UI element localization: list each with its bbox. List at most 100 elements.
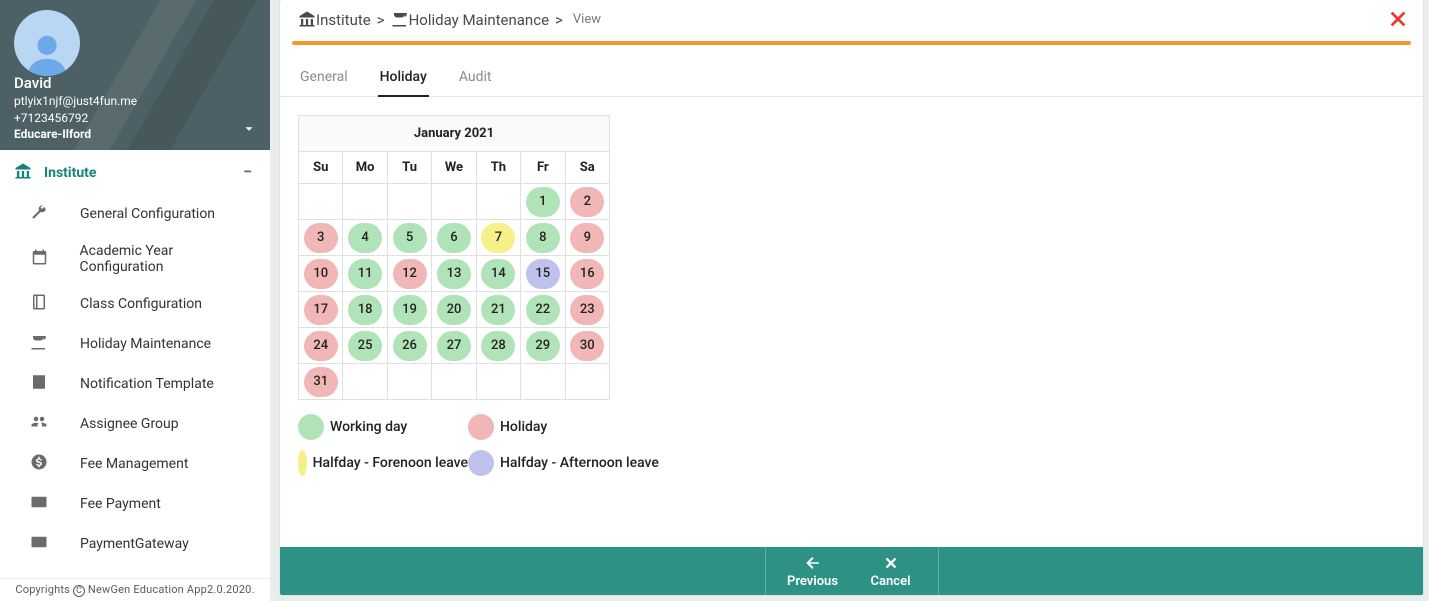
day-5[interactable]: 5 [393, 223, 427, 253]
day-10[interactable]: 10 [304, 259, 338, 289]
sidebar-item-class-configuration[interactable]: Class Configuration [0, 284, 270, 324]
sidebar: David ptlyix1njf@just4fun.me +7123456792… [0, 0, 270, 601]
calendar-cell[interactable]: 13 [432, 256, 476, 292]
calendar-cell[interactable]: 19 [387, 292, 431, 328]
previous-button[interactable]: Previous [778, 547, 848, 595]
sidebar-item-assignee-group[interactable]: Assignee Group [0, 404, 270, 444]
tab-holiday[interactable]: Holiday [378, 61, 429, 97]
sidebar-item-paymentgateway[interactable]: PaymentGateway [0, 524, 270, 564]
calendar-cell[interactable]: 22 [521, 292, 565, 328]
calendar-cell[interactable]: 8 [521, 220, 565, 256]
sidebar-item-holiday-maintenance[interactable]: Holiday Maintenance [0, 324, 270, 364]
sidebar-item-instant-notification[interactable]: Instant Notification [0, 564, 270, 574]
sidebar-item-label: Assignee Group [80, 416, 179, 432]
calendar-cell[interactable]: 18 [343, 292, 387, 328]
sidebar-item-fee-management[interactable]: Fee Management [0, 444, 270, 484]
day-7[interactable]: 7 [481, 223, 515, 253]
day-21[interactable]: 21 [481, 295, 515, 325]
day-26[interactable]: 26 [393, 331, 427, 361]
calendar-cell[interactable]: 9 [565, 220, 609, 256]
calendar-cell[interactable]: 29 [521, 328, 565, 364]
breadcrumb-institute[interactable]: Institute [316, 11, 371, 29]
sidebar-item-academic-year-configuration[interactable]: Academic Year Configuration [0, 234, 270, 284]
calendar-cell [343, 364, 387, 400]
footer-group: Previous Cancel [765, 547, 939, 595]
day-12[interactable]: 12 [393, 259, 427, 289]
day-27[interactable]: 27 [437, 331, 471, 361]
calendar-cell[interactable]: 14 [476, 256, 520, 292]
day-30[interactable]: 30 [570, 331, 604, 361]
sidebar-item-fee-payment[interactable]: Fee Payment [0, 484, 270, 524]
legend-dot-working [298, 414, 324, 440]
day-8[interactable]: 8 [526, 223, 560, 253]
calendar-cell[interactable]: 26 [387, 328, 431, 364]
calendar-cell[interactable]: 16 [565, 256, 609, 292]
day-28[interactable]: 28 [481, 331, 515, 361]
day-3[interactable]: 3 [304, 223, 338, 253]
close-button[interactable] [1387, 8, 1409, 34]
institute-icon [298, 10, 316, 29]
day-1[interactable]: 1 [526, 187, 560, 217]
calendar-cell[interactable]: 3 [299, 220, 343, 256]
calendar-cell[interactable]: 31 [299, 364, 343, 400]
calendar-cell[interactable]: 5 [387, 220, 431, 256]
day-22[interactable]: 22 [526, 295, 560, 325]
day-24[interactable]: 24 [304, 331, 338, 361]
calendar-cell[interactable]: 20 [432, 292, 476, 328]
day-16[interactable]: 16 [570, 259, 604, 289]
collapse-icon[interactable]: − [243, 164, 252, 180]
day-4[interactable]: 4 [348, 223, 382, 253]
cup-icon [391, 10, 409, 29]
day-11[interactable]: 11 [348, 259, 382, 289]
copyright: Copyrights C NewGen Education App2.0.202… [0, 578, 270, 601]
day-23[interactable]: 23 [570, 295, 604, 325]
calendar-cell[interactable]: 15 [521, 256, 565, 292]
calendar-cell[interactable]: 6 [432, 220, 476, 256]
tab-audit[interactable]: Audit [457, 61, 494, 96]
tab-general[interactable]: General [298, 61, 350, 96]
chevron-down-icon[interactable] [242, 121, 256, 140]
calendar-cell[interactable]: 1 [521, 184, 565, 220]
day-15[interactable]: 15 [526, 259, 560, 289]
note-icon [30, 373, 50, 395]
dow-Mo: Mo [343, 152, 387, 184]
calendar-cell[interactable]: 30 [565, 328, 609, 364]
day-2[interactable]: 2 [570, 187, 604, 217]
day-14[interactable]: 14 [481, 259, 515, 289]
calendar-cell[interactable]: 12 [387, 256, 431, 292]
calendar-cell[interactable]: 27 [432, 328, 476, 364]
calendar-cell[interactable]: 4 [343, 220, 387, 256]
cancel-button[interactable]: Cancel [856, 547, 926, 595]
sidebar-item-general-configuration[interactable]: General Configuration [0, 194, 270, 234]
day-25[interactable]: 25 [348, 331, 382, 361]
day-13[interactable]: 13 [437, 259, 471, 289]
calendar-cell[interactable]: 25 [343, 328, 387, 364]
day-19[interactable]: 19 [393, 295, 427, 325]
user-avatar[interactable] [14, 10, 80, 76]
sidebar-item-notification-template[interactable]: Notification Template [0, 364, 270, 404]
calendar-cell[interactable]: 24 [299, 328, 343, 364]
calendar-cell[interactable]: 11 [343, 256, 387, 292]
people-icon [30, 413, 50, 435]
calendar-cell[interactable]: 7 [476, 220, 520, 256]
day-31[interactable]: 31 [304, 367, 338, 397]
calendar-cell[interactable]: 21 [476, 292, 520, 328]
day-17[interactable]: 17 [304, 295, 338, 325]
day-9[interactable]: 9 [570, 223, 604, 253]
sidebar-item-label: PaymentGateway [80, 536, 189, 552]
day-29[interactable]: 29 [526, 331, 560, 361]
day-6[interactable]: 6 [437, 223, 471, 253]
user-institute: Educare-Ilford [14, 126, 137, 142]
dow-Tu: Tu [387, 152, 431, 184]
calendar-cell[interactable]: 23 [565, 292, 609, 328]
day-20[interactable]: 20 [437, 295, 471, 325]
sidebar-item-label: Fee Payment [80, 496, 161, 512]
calendar-cell[interactable]: 28 [476, 328, 520, 364]
day-18[interactable]: 18 [348, 295, 382, 325]
calendar-cell[interactable]: 17 [299, 292, 343, 328]
calendar-cell[interactable]: 10 [299, 256, 343, 292]
breadcrumb-holiday[interactable]: Holiday Maintenance [409, 11, 549, 29]
calendar-icon [31, 248, 51, 270]
calendar-cell[interactable]: 2 [565, 184, 609, 220]
sidebar-section-institute[interactable]: Institute − [0, 150, 270, 194]
